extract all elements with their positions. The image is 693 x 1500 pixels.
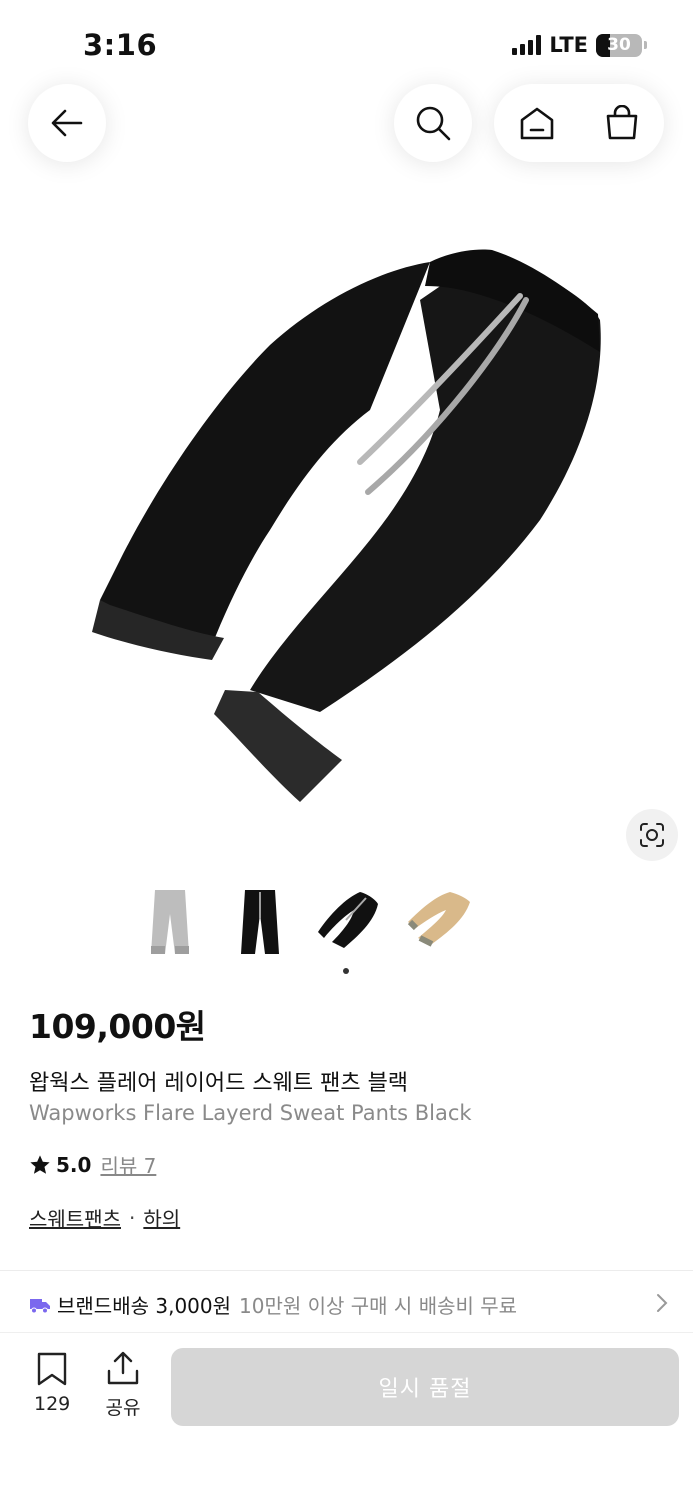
thumbnail-grey[interactable] [136, 884, 204, 960]
shipping-note: 10만원 이상 구매 시 배송비 무료 [239, 1294, 518, 1318]
product-name-en: Wapworks Flare Layerd Sweat Pants Black [29, 1101, 472, 1125]
like-count: 129 [34, 1393, 71, 1415]
search-icon [416, 106, 451, 141]
review-link[interactable]: 리뷰 7 [100, 1150, 156, 1179]
star-icon [30, 1154, 50, 1174]
shipping-info[interactable]: 브랜드배송 3,000원 10만원 이상 구매 시 배송비 무료 [29, 1290, 669, 1319]
battery-icon: 30 [596, 33, 642, 57]
back-button[interactable] [28, 84, 106, 162]
home-button[interactable] [497, 84, 577, 162]
rating-value: 5.0 [56, 1152, 92, 1177]
home-icon [520, 107, 553, 140]
share-button[interactable]: 공유 [105, 1351, 141, 1420]
signal-icon [512, 35, 542, 55]
status-bar: 3:16 LTE 30 [0, 0, 693, 90]
category-separator: · [129, 1205, 136, 1230]
cart-button[interactable] [582, 84, 662, 162]
arrow-left-icon [51, 109, 83, 137]
thumbnail-beige[interactable] [406, 884, 474, 960]
battery-level: 30 [607, 34, 631, 55]
share-icon [107, 1351, 139, 1385]
status-time: 3:16 [83, 28, 158, 62]
search-button[interactable] [394, 84, 472, 162]
status-indicators: LTE 30 [512, 33, 647, 57]
shipping-fee: 브랜드배송 3,000원 [57, 1294, 232, 1318]
network-type: LTE [549, 33, 588, 57]
visual-search-button[interactable] [626, 809, 678, 861]
thumbnail-strip [136, 884, 474, 960]
category-link-sweatpants[interactable]: 스웨트팬츠 [29, 1203, 121, 1232]
rating-row: 5.0 리뷰 7 [29, 1150, 156, 1179]
thumbnail-black-flat[interactable] [316, 884, 384, 960]
product-photo [92, 249, 601, 802]
chevron-right-icon [657, 1294, 668, 1312]
category-link-bottoms[interactable]: 하의 [143, 1203, 180, 1232]
product-name-ko: 왑웍스 플레어 레이어드 스웨트 팬츠 블랙 [29, 1071, 409, 1096]
header-actions [494, 84, 664, 162]
bottom-action-bar: 129 공유 일시 품절 [0, 1332, 693, 1500]
thumbnail-black[interactable] [226, 884, 294, 960]
shopping-bag-icon [606, 105, 637, 140]
bookmark-icon [37, 1352, 67, 1386]
carousel-indicator [343, 968, 349, 974]
share-label: 공유 [105, 1397, 141, 1419]
category-breadcrumb: 스웨트팬츠 · 하의 [29, 1203, 180, 1232]
truck-icon [30, 1298, 50, 1313]
lens-icon [640, 823, 664, 847]
product-price: 109,000원 [29, 1007, 206, 1046]
divider [0, 1270, 693, 1271]
like-button[interactable]: 129 [34, 1351, 70, 1415]
sold-out-button[interactable]: 일시 품절 [171, 1348, 679, 1426]
product-image[interactable] [0, 200, 693, 880]
